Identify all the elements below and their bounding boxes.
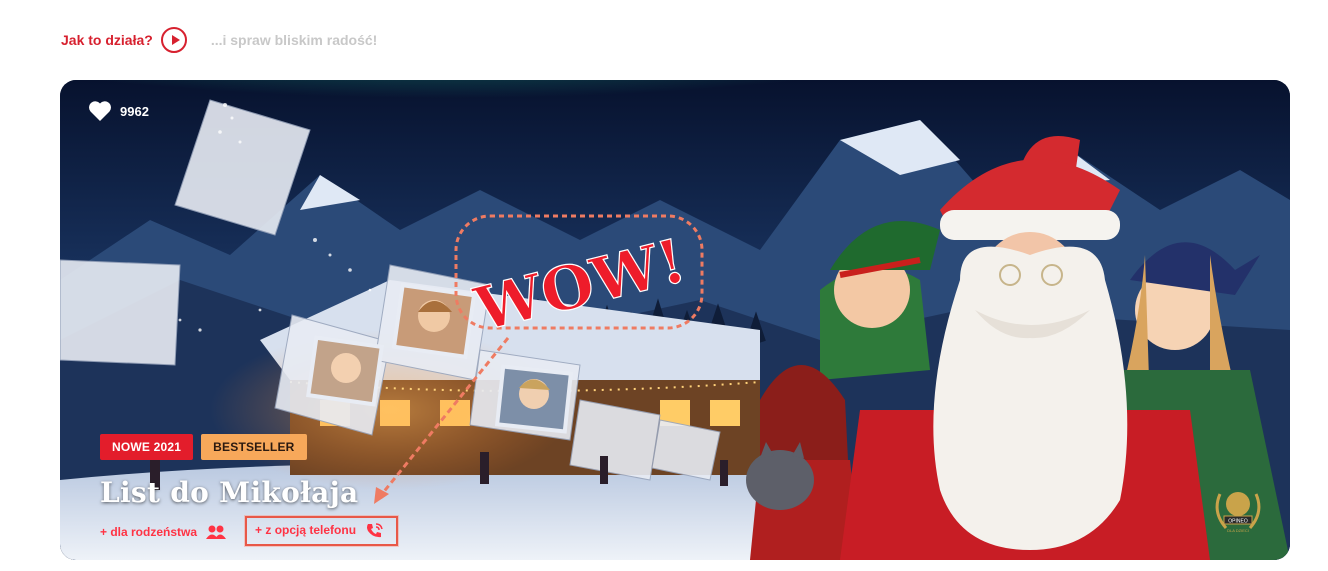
likes-count: 9962 bbox=[120, 103, 149, 119]
new-badge: NOWE 2021 bbox=[100, 434, 194, 460]
option-siblings[interactable]: + dla rodzeństwa bbox=[100, 524, 227, 540]
tagline: ...i spraw bliskim radość! bbox=[210, 32, 378, 48]
product-page: Jak to działa? ...i spraw bliskim radość… bbox=[0, 0, 1328, 571]
option-phone[interactable]: + z opcją telefonu bbox=[245, 516, 399, 546]
how-it-works-link[interactable]: Jak to działa? bbox=[61, 27, 187, 53]
option-phone-label: + z opcją telefonu bbox=[255, 523, 357, 537]
likes-counter[interactable]: 9962 bbox=[88, 100, 149, 122]
heart-icon bbox=[89, 101, 111, 121]
badge-group: NOWE 2021 BESTSELLER bbox=[100, 434, 307, 460]
award-text: OPINEO bbox=[1228, 519, 1248, 525]
how-it-works-label: Jak to działa? bbox=[61, 32, 153, 48]
users-icon bbox=[206, 525, 227, 539]
phone-icon bbox=[367, 523, 383, 538]
option-siblings-label: + dla rodzeństwa bbox=[100, 524, 198, 539]
award-subtext: DLA DZIECI bbox=[1227, 528, 1249, 533]
product-options: + dla rodzeństwa + z opcją telefonu bbox=[100, 516, 399, 546]
opineo-award-badge: OPINEO DLA DZIECI bbox=[1215, 492, 1261, 533]
heading-remnant bbox=[60, 0, 280, 4]
bestseller-badge: BESTSELLER bbox=[201, 434, 307, 460]
product-banner[interactable]: 9962 NOWE 2021 BESTSELLER List do Mikoła… bbox=[60, 80, 1290, 560]
play-icon[interactable] bbox=[160, 27, 187, 53]
subnav: Jak to działa? ...i spraw bliskim radość… bbox=[61, 26, 377, 54]
product-title[interactable]: List do Mikołaja bbox=[100, 476, 358, 509]
